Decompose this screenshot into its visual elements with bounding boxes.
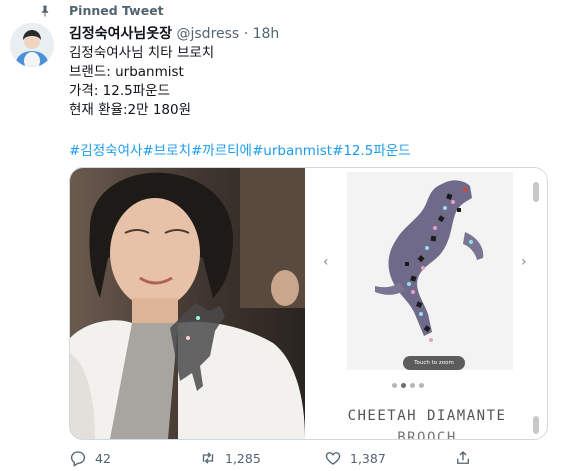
handle[interactable]: @jsdress (177, 26, 240, 42)
photo-woman-with-brooch[interactable] (70, 168, 305, 439)
tweet-text: 김정숙여사님 치타 브로치 브랜드: urbanmist 가격: 12.5파운드… (69, 44, 214, 120)
retweet-icon (202, 452, 214, 464)
tweet-line: 김정숙여사님 치타 브로치 (69, 45, 215, 61)
share-button[interactable] (454, 449, 472, 467)
like-count: 1,387 (350, 450, 386, 466)
like-button[interactable]: 1,387 (324, 449, 386, 467)
reply-count: 42 (95, 450, 111, 466)
retweet-button[interactable]: 1,285 (199, 449, 261, 467)
product-title-line-2: BROOCH (397, 430, 457, 440)
carousel-dot[interactable] (410, 383, 415, 388)
chevron-left-icon[interactable]: ‹ (323, 254, 329, 270)
separator: · (243, 26, 249, 42)
cheetah-brooch-image[interactable]: Touch to zoom (347, 172, 513, 370)
tweet-line: 브랜드: urbanmist (69, 64, 184, 80)
retweet-count: 1,285 (225, 450, 261, 466)
tweet-media[interactable]: Touch to zoom ‹ › CHEETAH DIAMANTE BROOC… (69, 167, 548, 440)
carousel-dots[interactable] (392, 383, 424, 388)
display-name[interactable]: 김정숙여사님옷장 (69, 26, 172, 42)
pinned-tweet-label: Pinned Tweet (69, 3, 164, 18)
timestamp[interactable]: 18h (253, 26, 280, 42)
chevron-right-icon[interactable]: › (521, 254, 527, 270)
like-icon (325, 452, 341, 465)
hashtags[interactable]: #김정숙여사#브로치#까르티에#urbanmist#12.5파운드 (69, 139, 411, 159)
carousel-dot[interactable] (419, 383, 424, 388)
tweet-header: 김정숙여사님옷장 @jsdress · 18h (69, 23, 279, 43)
scrollbar-thumb-bottom[interactable] (533, 416, 539, 434)
share-icon (457, 451, 469, 464)
touch-to-zoom-hint[interactable]: Touch to zoom (403, 356, 465, 370)
scrollbar-thumb[interactable] (533, 182, 539, 202)
tweet-line: 가격: 12.5파운드 (69, 83, 170, 99)
scrollbar[interactable] (533, 172, 539, 436)
reply-icon (70, 451, 86, 467)
reply-button[interactable]: 42 (69, 449, 111, 467)
carousel-dot[interactable] (401, 383, 406, 388)
pin-icon (41, 5, 49, 17)
product-panel[interactable]: Touch to zoom ‹ › CHEETAH DIAMANTE BROOC… (307, 168, 547, 439)
carousel-dot[interactable] (392, 383, 397, 388)
product-title: CHEETAH DIAMANTE (347, 408, 507, 424)
action-bar: 42 1,285 1,387 (69, 449, 546, 469)
avatar[interactable] (10, 23, 54, 67)
tweet-line: 현재 환율:2만 180원 (69, 102, 192, 118)
